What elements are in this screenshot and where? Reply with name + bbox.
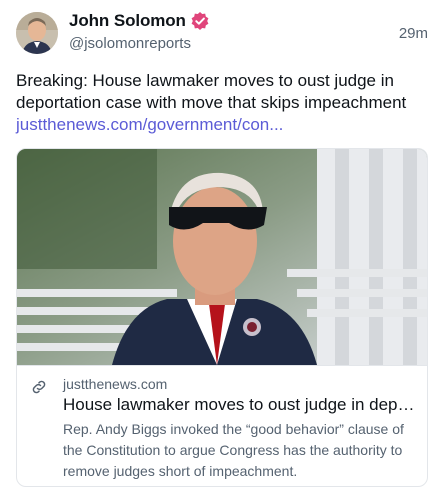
card-body[interactable]: justthenews.com House lawmaker moves to … [17, 365, 427, 486]
author-name[interactable]: John Solomon [69, 11, 186, 31]
post-link[interactable]: justthenews.com/government/con... [16, 114, 436, 136]
avatar[interactable] [16, 12, 58, 54]
post-text: Breaking: House lawmaker moves to oust j… [16, 70, 436, 136]
post-timestamp[interactable]: 29m [399, 25, 428, 42]
link-icon [32, 380, 46, 394]
author-name-row[interactable]: John Solomon [69, 11, 210, 31]
post[interactable]: John Solomon @jsolomonreports 29m Breaki… [0, 0, 445, 500]
post-body: Breaking: House lawmaker moves to oust j… [16, 71, 407, 112]
link-preview-card[interactable]: justthenews.com House lawmaker moves to … [16, 148, 428, 487]
author-handle[interactable]: @jsolomonreports [69, 35, 191, 52]
card-domain: justthenews.com [63, 376, 168, 392]
verified-badge-icon [191, 12, 209, 30]
card-description: Rep. Andy Biggs invoked the “good behavi… [63, 421, 404, 479]
card-title[interactable]: House lawmaker moves to oust judge in de… [63, 395, 419, 415]
article-image [17, 149, 427, 365]
